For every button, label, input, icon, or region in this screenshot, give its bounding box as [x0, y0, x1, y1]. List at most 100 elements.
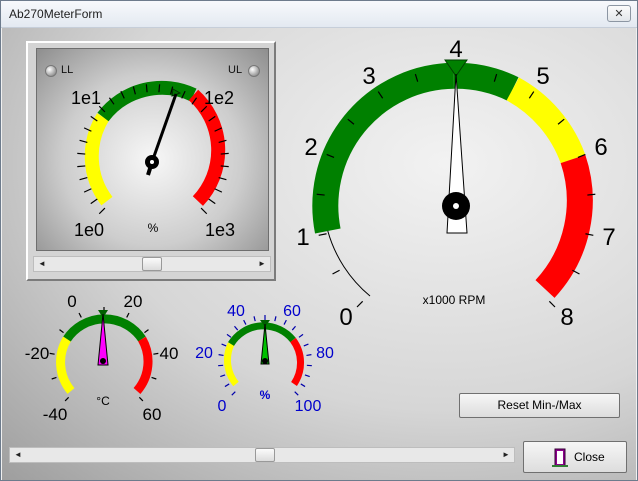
rpm-unit: x1000 RPM — [423, 293, 486, 307]
pct-meter: 0 20 40 60 80 100 % — [195, 303, 334, 415]
temp-meter-tick — [78, 312, 82, 318]
reset-min-max-button[interactable]: Reset Min-/Max — [459, 393, 620, 418]
temp-meter-tick — [151, 376, 157, 380]
log-meter-scrollbar[interactable]: ◄ ► — [33, 256, 271, 272]
temp-meter-tick — [49, 352, 55, 355]
pct-unit: % — [260, 388, 271, 402]
rpm-tick-3: 3 — [362, 63, 375, 90]
log-tick-1e0: 1e0 — [74, 220, 104, 240]
temp-meter-tick — [153, 352, 159, 355]
log-tick-1e2: 1e2 — [204, 88, 234, 108]
reset-min-max-label: Reset Min-/Max — [497, 398, 582, 412]
temp-red-arc — [133, 336, 153, 394]
rpm-scale-line — [327, 230, 371, 297]
pct-meter-tick — [294, 391, 299, 396]
pct-meter-tick — [298, 333, 304, 338]
temp-tick-0: 0 — [67, 292, 76, 311]
log-meter-red-arc — [188, 89, 226, 206]
rpm-tick-0: 0 — [339, 304, 352, 331]
scroll-right-arrow-icon[interactable]: ► — [254, 257, 270, 271]
pct-meter-tick — [234, 325, 239, 331]
pct-meter-tick — [253, 316, 256, 322]
log-meter-unit: % — [148, 221, 159, 235]
temp-yellow-arc — [56, 336, 75, 394]
pct-green-arc — [228, 322, 296, 346]
pct-meter-tick — [226, 333, 232, 338]
pct-meter-tick — [303, 343, 309, 347]
rpm-meter-tick — [316, 193, 325, 196]
pct-hub — [262, 358, 268, 364]
pct-yellow-arc — [224, 342, 239, 387]
rpm-tick-8: 8 — [560, 304, 573, 331]
temp-tick-m20: -20 — [25, 344, 50, 363]
pct-tick-20: 20 — [195, 345, 213, 362]
temp-meter: -40 -20 0 20 40 60 °C — [25, 292, 179, 424]
log-tick-1e1: 1e1 — [71, 88, 101, 108]
temp-meter-tick — [144, 329, 149, 334]
rpm-tick-1: 1 — [296, 224, 309, 251]
pct-meter-tick — [220, 374, 226, 378]
rpm-meter-tick — [318, 233, 327, 236]
pct-meter-tick — [224, 383, 230, 388]
pct-tick-40: 40 — [227, 303, 245, 320]
rpm-tick-2: 2 — [304, 134, 317, 161]
log-meter-tick — [214, 188, 223, 193]
log-meter-tick — [77, 152, 86, 155]
rpm-meter-tick — [356, 300, 364, 308]
temp-tick-40: 40 — [160, 344, 179, 363]
pct-meter-tick — [306, 354, 312, 357]
rpm-green-arc — [312, 62, 455, 234]
log-meter-tick — [158, 84, 161, 93]
pct-meter-tick — [243, 319, 247, 325]
temp-tick-60: 60 — [143, 405, 162, 424]
pct-meter-tick — [300, 383, 306, 388]
pct-meter-tick — [231, 391, 236, 396]
pct-red-arc — [290, 337, 305, 386]
log-tick-1e3: 1e3 — [205, 220, 235, 240]
log-meter-tick — [208, 198, 216, 205]
rpm-meter-tick — [332, 269, 340, 275]
log-meter-tick — [79, 177, 88, 181]
temp-meter-tick — [126, 312, 130, 318]
pct-tick-60: 60 — [283, 303, 301, 320]
rpm-yellow-arc — [506, 77, 586, 164]
log-meter-scroll-thumb[interactable] — [142, 257, 162, 271]
main-scrollbar[interactable]: ◄ ► — [9, 447, 515, 463]
pct-tick-80: 80 — [316, 345, 334, 362]
pct-meter-tick — [304, 374, 310, 378]
temp-meter-tick — [51, 376, 57, 380]
pct-meter-tick — [218, 354, 224, 357]
pct-meter-tick — [283, 319, 287, 325]
scroll-left-arrow-icon[interactable]: ◄ — [34, 257, 50, 271]
rpm-tick-4: 4 — [449, 36, 462, 63]
log-meter: 1e1 1e2 1e0 1e3 % — [71, 80, 235, 240]
log-meter-tick — [83, 188, 92, 193]
log-meter-tick — [98, 207, 106, 215]
log-meter-needle — [150, 93, 178, 163]
close-button[interactable]: Close — [523, 441, 627, 473]
door-exit-icon — [552, 448, 568, 467]
log-meter-tick — [200, 207, 208, 215]
log-meter-tick — [90, 198, 98, 205]
rpm-red-arc — [535, 154, 593, 298]
rpm-tick-5: 5 — [536, 63, 549, 90]
rpm-meter-tick — [548, 300, 556, 308]
main-scroll-right-arrow-icon[interactable]: ► — [498, 448, 514, 462]
pct-meter-tick — [291, 325, 296, 331]
log-meter-tick — [145, 84, 148, 93]
temp-tick-20: 20 — [124, 292, 143, 311]
pct-meter-tick — [274, 316, 277, 322]
log-meter-yellow-arc — [84, 113, 113, 206]
rpm-meter-tick — [587, 193, 596, 196]
temp-meter-tick — [138, 396, 144, 402]
main-scroll-left-arrow-icon[interactable]: ◄ — [10, 448, 26, 462]
temp-hub — [100, 358, 106, 364]
rpm-hub-dot — [453, 203, 459, 209]
log-meter-hub-dot — [150, 160, 154, 164]
close-button-label: Close — [574, 450, 605, 464]
temp-meter-tick — [64, 396, 70, 402]
rpm-green-arc-2 — [453, 62, 519, 101]
temp-tick-m40: -40 — [43, 405, 68, 424]
main-scroll-thumb[interactable] — [255, 448, 275, 462]
rpm-tick-7: 7 — [602, 224, 615, 251]
